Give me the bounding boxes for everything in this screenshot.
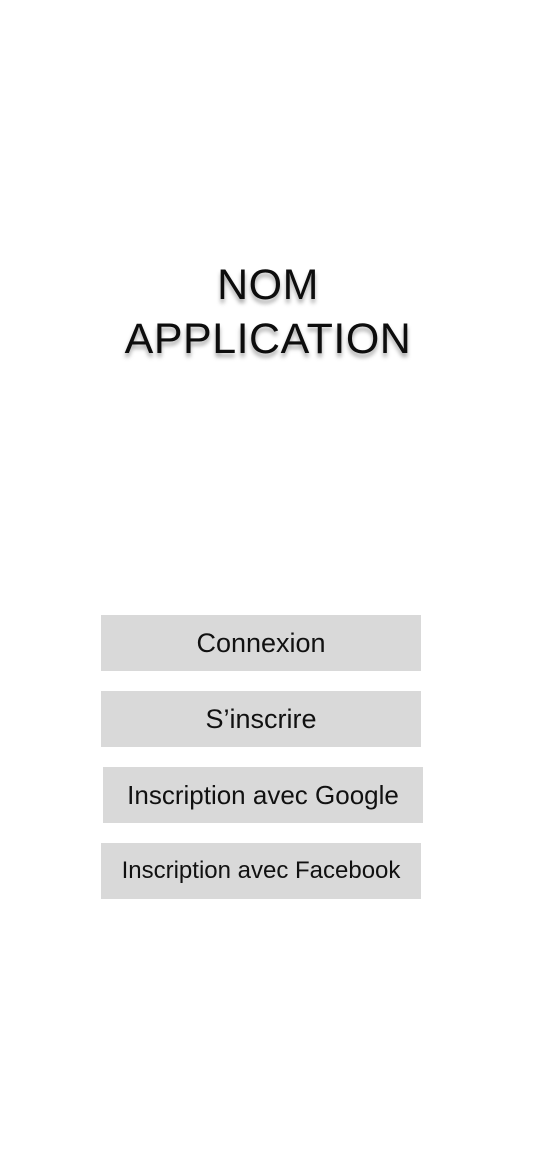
facebook-signup-button[interactable]: Inscription avec Facebook: [101, 843, 421, 899]
google-signup-button[interactable]: Inscription avec Google: [103, 767, 423, 823]
login-button[interactable]: Connexion: [101, 615, 421, 671]
app-title-line-1: NOM: [217, 261, 319, 309]
app-title: NOM APPLICATION: [0, 258, 536, 366]
signup-button[interactable]: S’inscrire: [101, 691, 421, 747]
app-title-line-2: APPLICATION: [124, 315, 412, 363]
